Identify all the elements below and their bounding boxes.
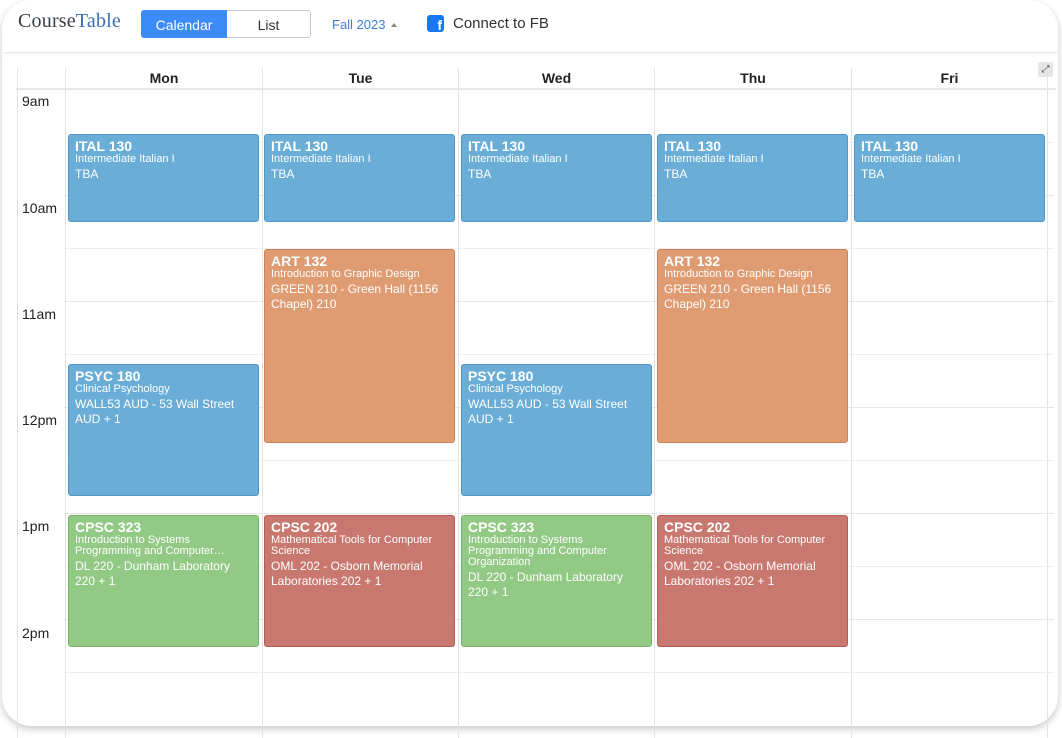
event-location: TBA (271, 167, 295, 181)
season-label: Fall 2023 (332, 17, 386, 32)
day-header-wed: Wed (541, 70, 572, 86)
time-label-9am: 9am (22, 93, 50, 109)
event-psyc-180-wed[interactable]: PSYC 180 Clinical Psychology WALL53 AUD … (461, 364, 652, 496)
event-name: Introduction to Graphic Design (271, 268, 420, 280)
event-location: TBA (468, 167, 492, 181)
event-name: Introduction to Graphic Design (664, 268, 813, 280)
event-location: GREEN 210 - Green Hall (1156 Chapel) 210 (664, 282, 832, 311)
calendar-view-button[interactable]: Calendar (141, 10, 227, 38)
logo-text-course: Course (18, 10, 76, 32)
event-code: CPSC 323 (468, 519, 535, 535)
grid-line (262, 68, 263, 738)
event-name: Mathematical Tools for Computer Science (271, 534, 433, 557)
connect-fb-label: Connect to FB (453, 15, 549, 32)
event-art-132-thu[interactable]: ART 132 Introduction to Graphic Design G… (657, 249, 848, 443)
grid-line (17, 68, 18, 738)
event-code: CPSC 202 (664, 519, 731, 535)
event-code: ITAL 130 (75, 138, 133, 154)
event-location: WALL53 AUD - 53 Wall Street AUD + 1 (75, 397, 235, 426)
event-ital-130-tue[interactable]: ITAL 130 Intermediate Italian I TBA (264, 134, 455, 222)
day-header-tue: Tue (348, 70, 373, 86)
event-code: PSYC 180 (468, 368, 534, 384)
day-header-mon: Mon (149, 70, 179, 86)
event-ital-130-mon[interactable]: ITAL 130 Intermediate Italian I TBA (68, 134, 259, 222)
time-label-12pm: 12pm (22, 412, 58, 428)
time-label-11am: 11am (22, 306, 56, 322)
event-name: Intermediate Italian I (75, 153, 175, 165)
event-location: GREEN 210 - Green Hall (1156 Chapel) 210 (271, 282, 439, 311)
logo-text-table: Table (75, 10, 122, 32)
event-name: Intermediate Italian I (468, 153, 568, 165)
event-name: Clinical Psychology (75, 383, 170, 395)
hour-line (64, 301, 1054, 302)
event-name: Introduction to Systems Programming and … (468, 534, 607, 568)
season-dropdown[interactable]: Fall 2023 (332, 17, 398, 32)
grid-line (851, 68, 852, 738)
list-view-button[interactable]: List (227, 10, 311, 38)
event-code: CPSC 323 (75, 519, 142, 535)
event-location: OML 202 - Osborn Memorial Laboratories 2… (271, 559, 423, 588)
event-code: ITAL 130 (468, 138, 526, 154)
event-code: ITAL 130 (664, 138, 722, 154)
facebook-icon: f (427, 15, 444, 33)
grid-line (654, 68, 655, 738)
header-separator (16, 88, 1056, 90)
hour-line (64, 513, 1054, 514)
event-ital-130-wed[interactable]: ITAL 130 Intermediate Italian I TBA (461, 134, 652, 222)
event-location: DL 220 - Dunham Laboratory 220 + 1 (468, 570, 623, 599)
event-code: CPSC 202 (271, 519, 338, 535)
grid-line (458, 68, 459, 738)
event-cpsc-202-thu[interactable]: CPSC 202 Mathematical Tools for Computer… (657, 515, 848, 647)
event-code: ART 132 (271, 253, 328, 269)
event-ital-130-fri[interactable]: ITAL 130 Intermediate Italian I TBA (854, 134, 1045, 222)
day-header-fri: Fri (940, 70, 959, 86)
event-name: Mathematical Tools for Computer Science (664, 534, 826, 557)
caret-up-icon (391, 22, 398, 27)
event-location: TBA (664, 167, 688, 181)
day-header-thu: Thu (740, 70, 766, 86)
time-label-1pm: 1pm (22, 518, 50, 534)
event-location: TBA (75, 167, 99, 181)
event-code: ART 132 (664, 253, 721, 269)
time-label-10am: 10am (22, 200, 58, 216)
time-label-2pm: 2pm (22, 625, 50, 641)
event-cpsc-323-wed[interactable]: CPSC 323 Introduction to Systems Program… (461, 515, 652, 647)
half-hour-line (64, 672, 1054, 673)
event-name: Intermediate Italian I (271, 153, 371, 165)
view-toggle: Calendar List (141, 10, 311, 38)
event-ital-130-thu[interactable]: ITAL 130 Intermediate Italian I TBA (657, 134, 848, 222)
grid-line (65, 68, 66, 738)
event-code: ITAL 130 (271, 138, 329, 154)
event-name: Intermediate Italian I (861, 153, 961, 165)
event-name: Intermediate Italian I (664, 153, 764, 165)
event-location: OML 202 - Osborn Memorial Laboratories 2… (664, 559, 816, 588)
event-code: PSYC 180 (75, 368, 141, 384)
event-name: Introduction to Systems Programming and … (75, 534, 225, 557)
half-hour-line (64, 354, 1054, 355)
connect-fb-button[interactable]: f Connect to FB (427, 15, 549, 33)
event-art-132-tue[interactable]: ART 132 Introduction to Graphic Design G… (264, 249, 455, 443)
coursetable-logo[interactable]: CourseTable (18, 10, 121, 33)
event-name: Clinical Psychology (468, 383, 563, 395)
event-code: ITAL 130 (861, 138, 919, 154)
top-nav-bar: CourseTable Calendar List Fall 2023 f Co… (2, 0, 1058, 53)
event-psyc-180-mon[interactable]: PSYC 180 Clinical Psychology WALL53 AUD … (68, 364, 259, 496)
half-hour-line (64, 248, 1054, 249)
event-location: WALL53 AUD - 53 Wall Street AUD + 1 (468, 397, 628, 426)
event-cpsc-202-tue[interactable]: CPSC 202 Mathematical Tools for Computer… (264, 515, 455, 647)
event-cpsc-323-mon[interactable]: CPSC 323 Introduction to Systems Program… (68, 515, 259, 647)
grid-line (1047, 68, 1048, 738)
event-location: DL 220 - Dunham Laboratory 220 + 1 (75, 559, 230, 588)
event-location: TBA (861, 167, 885, 181)
